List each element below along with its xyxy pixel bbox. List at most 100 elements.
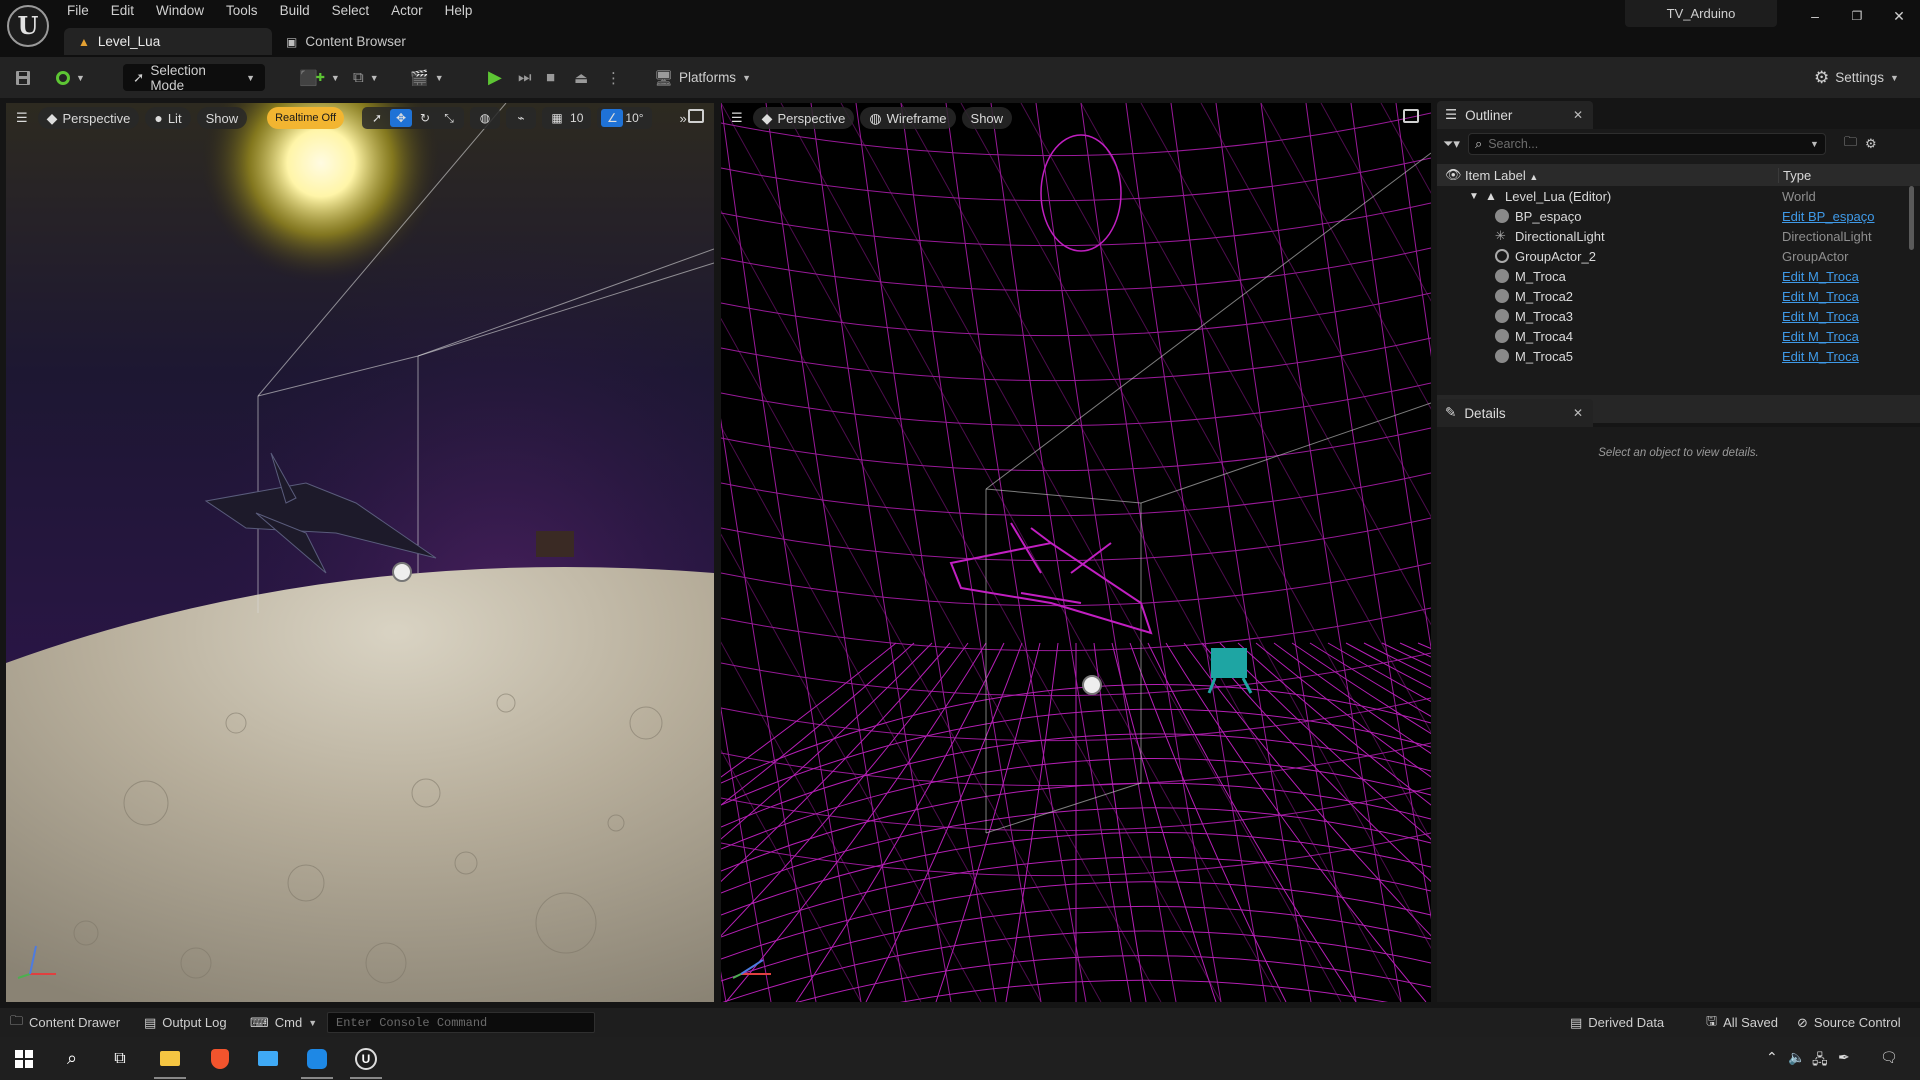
item-type-link[interactable]: Edit M_Troca: [1782, 349, 1859, 364]
add-content-button[interactable]: ⬛ ✚ ▼: [299, 64, 340, 91]
item-type-link[interactable]: Edit M_Troca: [1782, 269, 1859, 284]
chevron-up-icon[interactable]: ⌃: [1766, 1049, 1778, 1066]
table-row[interactable]: ▼ ▲ Level_Lua (Editor) World: [1437, 186, 1920, 206]
show-button[interactable]: Show: [961, 107, 1013, 129]
selection-mode-dropdown[interactable]: ➚ Selection Mode ▼: [123, 63, 265, 93]
app-icon[interactable]: [293, 1037, 341, 1080]
maximize-viewport-icon[interactable]: [1403, 109, 1419, 123]
tab-outliner[interactable]: ☰ Outliner ✕: [1437, 101, 1593, 129]
restore-button[interactable]: ❐: [1842, 4, 1872, 28]
pen-icon[interactable]: ✒: [1838, 1049, 1850, 1066]
derived-data-button[interactable]: ▤ Derived Data: [1570, 1015, 1664, 1031]
add-folder-icon[interactable]: 🗀: [1844, 133, 1857, 155]
console-command-input[interactable]: [327, 1012, 595, 1033]
viewport-options-button[interactable]: ☰: [12, 107, 32, 129]
surface-snap-button[interactable]: ⌁: [506, 107, 537, 129]
outliner-scrollbar[interactable]: [1909, 186, 1914, 250]
windows-start-icon[interactable]: [0, 1037, 48, 1080]
menu-file[interactable]: File: [56, 0, 100, 22]
perspective-button[interactable]: ◆ Perspective: [37, 107, 140, 129]
wireframe-scene[interactable]: [721, 103, 1431, 1002]
minimize-button[interactable]: –: [1800, 4, 1830, 28]
item-type-link[interactable]: Edit BP_espaço: [1782, 209, 1875, 224]
menu-edit[interactable]: Edit: [100, 0, 145, 22]
close-icon[interactable]: ✕: [1573, 108, 1583, 122]
network-icon[interactable]: 🖧: [1812, 1049, 1828, 1073]
viewport-options-button[interactable]: ☰: [727, 107, 747, 129]
filter-icon[interactable]: ⏷▾: [1443, 136, 1460, 152]
source-control-button[interactable]: ⊘ Source Control: [1797, 1015, 1901, 1031]
tab-level-lua[interactable]: ▲ Level_Lua: [64, 28, 272, 55]
outliner-search[interactable]: ⌕ ▼: [1467, 133, 1826, 155]
item-type-link[interactable]: Edit M_Troca: [1782, 329, 1859, 344]
table-row[interactable]: GroupActor_2 GroupActor: [1437, 246, 1920, 266]
cinematics-button[interactable]: 🎬 ▼: [410, 64, 444, 91]
table-row[interactable]: ✳ DirectionalLight DirectionalLight: [1437, 226, 1920, 246]
table-row[interactable]: M_Troca5 Edit M_Troca: [1437, 346, 1920, 366]
play-button[interactable]: ▶: [488, 64, 502, 91]
unreal-logo-icon[interactable]: U: [7, 5, 49, 47]
notifications-icon[interactable]: 🗨: [1880, 1049, 1898, 1066]
translate-tool-icon[interactable]: ✥: [390, 109, 413, 127]
item-type-link[interactable]: Edit M_Troca: [1782, 289, 1859, 304]
maximize-viewport-icon[interactable]: [688, 109, 704, 123]
item-type-link[interactable]: Edit M_Troca: [1782, 309, 1859, 324]
advance-frame-button[interactable]: ⏭: [518, 64, 532, 91]
table-row[interactable]: M_Troca Edit M_Troca: [1437, 266, 1920, 286]
source-control-toolbar-button[interactable]: ▼: [56, 64, 85, 91]
content-drawer-button[interactable]: 🗀 Content Drawer: [10, 1012, 120, 1034]
show-button[interactable]: Show: [196, 107, 248, 129]
menu-build[interactable]: Build: [269, 0, 321, 22]
menu-help[interactable]: Help: [434, 0, 484, 22]
chevron-down-icon[interactable]: ▼: [1469, 191, 1479, 202]
save-button[interactable]: [14, 64, 32, 91]
rotation-snap-button[interactable]: ∠ 10°: [597, 107, 652, 129]
table-row[interactable]: M_Troca4 Edit M_Troca: [1437, 326, 1920, 346]
unreal-engine-taskbar-icon[interactable]: U: [342, 1037, 390, 1080]
platforms-dropdown[interactable]: 🖥 Platforms ▼: [654, 64, 751, 91]
coordinate-system-button[interactable]: ◍: [470, 107, 501, 129]
search-input[interactable]: [1488, 137, 1805, 151]
menu-tools[interactable]: Tools: [215, 0, 269, 22]
output-log-button[interactable]: ▤ Output Log: [144, 1015, 227, 1031]
eye-icon[interactable]: 👁: [1445, 167, 1462, 183]
view-mode-button[interactable]: ◍ Wireframe: [860, 107, 956, 129]
column-item-label[interactable]: Item Label ▲: [1465, 168, 1538, 183]
table-row[interactable]: BP_espaço Edit BP_espaço: [1437, 206, 1920, 226]
viewport-wireframe[interactable]: ☰ ◆ Perspective ◍ Wireframe Show: [721, 103, 1431, 1002]
stop-button[interactable]: ■: [546, 64, 555, 91]
tab-details[interactable]: ✎ Details ✕: [1437, 399, 1593, 427]
close-icon[interactable]: ✕: [1573, 406, 1583, 420]
volume-icon[interactable]: 🔈: [1788, 1049, 1805, 1066]
tab-content-browser[interactable]: ▣ Content Browser: [272, 28, 420, 55]
perspective-button[interactable]: ◆ Perspective: [752, 107, 855, 129]
menu-actor[interactable]: Actor: [380, 0, 434, 22]
blueprints-button[interactable]: ⧉ ▼: [353, 64, 379, 91]
brave-browser-icon[interactable]: [196, 1037, 244, 1080]
cmd-dropdown[interactable]: ⌨ Cmd ▼: [250, 1015, 317, 1031]
folder-icon[interactable]: [244, 1037, 292, 1080]
lit-scene[interactable]: [6, 103, 714, 1002]
task-view-icon[interactable]: ⧉: [96, 1037, 144, 1080]
realtime-off-badge[interactable]: Realtime Off: [267, 107, 345, 129]
column-type[interactable]: Type: [1778, 167, 1811, 183]
search-icon[interactable]: ⌕: [48, 1037, 96, 1080]
menu-window[interactable]: Window: [145, 0, 215, 22]
settings-dropdown[interactable]: ⚙ Settings ▼: [1814, 64, 1899, 91]
close-button[interactable]: ✕: [1884, 4, 1914, 28]
select-tool-icon[interactable]: ➚: [366, 109, 388, 127]
chevron-down-icon[interactable]: ▼: [1810, 139, 1819, 149]
gear-icon[interactable]: ⚙: [1865, 136, 1877, 152]
play-options-button[interactable]: ⋮: [606, 64, 621, 91]
table-row[interactable]: M_Troca2 Edit M_Troca: [1437, 286, 1920, 306]
view-mode-button[interactable]: ● Lit: [145, 107, 191, 129]
menu-select[interactable]: Select: [321, 0, 381, 22]
eject-button[interactable]: ⏏: [574, 64, 588, 91]
grid-snap-button[interactable]: ▦ 10: [542, 107, 592, 129]
viewport-lit[interactable]: ☰ ◆ Perspective ● Lit Show Realtime Off ➚ …: [6, 103, 714, 1002]
file-explorer-icon[interactable]: [146, 1037, 194, 1080]
scale-tool-icon[interactable]: ⤡: [438, 109, 460, 127]
rotate-tool-icon[interactable]: ↻: [414, 109, 436, 127]
table-row[interactable]: M_Troca3 Edit M_Troca: [1437, 306, 1920, 326]
all-saved-button[interactable]: 🖫 All Saved: [1706, 1012, 1778, 1034]
